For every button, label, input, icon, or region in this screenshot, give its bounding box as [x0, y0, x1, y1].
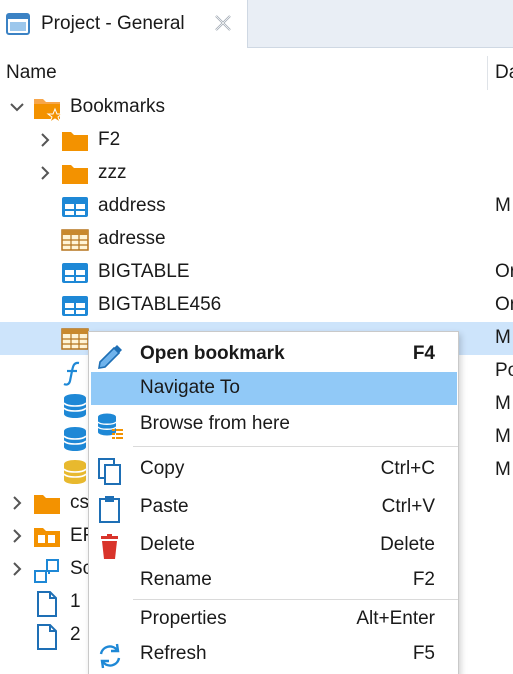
menu-item-shortcut: F4 [412, 343, 435, 364]
table-icon [61, 260, 89, 286]
column-header: Name Da [0, 56, 513, 90]
tree-item-label: address [98, 195, 166, 216]
folder-icon [61, 161, 89, 187]
close-icon[interactable] [212, 12, 234, 34]
menu-item-label: Paste [140, 496, 189, 517]
chevron-right-icon[interactable] [9, 528, 25, 544]
menu-item-shortcut: Ctrl+V [381, 496, 435, 517]
editor-tab-bar: Project - General [0, 0, 513, 48]
menu-item-shortcut: Ctrl+C [380, 458, 435, 479]
browse-database-icon [95, 411, 123, 439]
tree-item-description: M [495, 426, 511, 447]
file-icon [33, 590, 61, 617]
tree-item-description: Or [495, 294, 513, 315]
menu-item-refresh[interactable]: Refresh F5 [91, 638, 457, 671]
grid-table-icon [61, 227, 89, 253]
menu-item-label: Open bookmark [140, 343, 285, 364]
menu-item-label: Navigate To [140, 377, 240, 398]
tree-item-label: BIGTABLE456 [98, 294, 222, 315]
trash-icon [95, 532, 123, 560]
chevron-right-icon[interactable] [37, 132, 53, 148]
menu-item-navigate-to[interactable]: Navigate To [91, 372, 457, 405]
tree-item-description: M [495, 195, 511, 216]
pencil-icon [95, 341, 123, 369]
bookmark-folder-icon [33, 95, 64, 124]
menu-item-label: Copy [140, 458, 185, 479]
tree-item-description: M [495, 459, 511, 480]
scripts-icon [33, 557, 61, 583]
tree-item-address[interactable]: address M [0, 190, 513, 223]
menu-separator [133, 599, 458, 600]
menu-item-paste[interactable]: Paste Ctrl+V [91, 491, 457, 524]
menu-item-shortcut: F5 [412, 643, 435, 664]
column-name-header[interactable]: Name [6, 62, 57, 84]
tree-item-bigtable456[interactable]: BIGTABLE456 Or [0, 289, 513, 322]
chevron-down-icon[interactable] [9, 99, 25, 115]
tree-item-label: BIGTABLE [98, 261, 190, 282]
menu-item-label: Refresh [140, 643, 207, 664]
database-icon [61, 392, 89, 418]
tree-item-label: F2 [98, 129, 121, 150]
folder-icon [61, 128, 89, 154]
tree-item-label: 2 [70, 624, 81, 645]
tree-item-zzz[interactable]: zzz [0, 157, 513, 190]
folder-icon [33, 491, 61, 517]
menu-item-rename[interactable]: Rename F2 [91, 564, 457, 597]
context-menu: Open bookmark F4 Navigate To Browse from… [88, 331, 459, 674]
database-icon [61, 425, 89, 451]
copy-icon [95, 456, 123, 485]
menu-item-shortcut: Alt+Enter [356, 608, 435, 629]
menu-item-shortcut: Delete [380, 534, 435, 555]
tab-title: Project - General [41, 13, 185, 34]
column-description-header[interactable]: Da [495, 62, 513, 84]
tree-item-bigtable[interactable]: BIGTABLE Or [0, 256, 513, 289]
menu-item-label: Browse from here [140, 413, 290, 434]
database-yellow-icon [61, 458, 89, 484]
tree-item-label: zzz [98, 162, 127, 183]
menu-item-browse-from-here[interactable]: Browse from here [91, 408, 457, 441]
tree-item-description: Or [495, 261, 513, 282]
tree-item-description: Po [495, 360, 513, 381]
column-divider[interactable] [487, 56, 488, 90]
tree-item-label: adresse [98, 228, 166, 249]
tree-item-f2[interactable]: F2 [0, 124, 513, 157]
menu-item-copy[interactable]: Copy Ctrl+C [91, 453, 457, 486]
menu-item-open-bookmark[interactable]: Open bookmark F4 [91, 338, 457, 371]
refresh-icon [95, 641, 123, 669]
chevron-right-icon[interactable] [37, 165, 53, 181]
tree-item-label: 1 [70, 591, 81, 612]
menu-item-properties[interactable]: Properties Alt+Enter [91, 603, 457, 636]
menu-separator [133, 446, 458, 447]
table-icon [61, 194, 89, 220]
menu-item-delete[interactable]: Delete Delete [91, 529, 457, 562]
menu-item-label: Delete [140, 534, 195, 555]
menu-item-label: Rename [140, 569, 212, 590]
tree-item-label: Bookmarks [70, 96, 166, 117]
window-icon [6, 13, 30, 35]
function-icon [61, 359, 89, 386]
tree-item-label: cs [70, 492, 89, 513]
tree-item-description: M [495, 393, 511, 414]
table-icon [61, 293, 89, 319]
menu-item-shortcut: F2 [412, 569, 435, 590]
tree-item-description: M [495, 327, 511, 348]
file-icon [33, 623, 61, 650]
paste-icon [95, 494, 123, 523]
chevron-right-icon[interactable] [9, 495, 25, 511]
tree-item-adresse[interactable]: adresse [0, 223, 513, 256]
er-diagram-folder-icon [33, 524, 61, 550]
chevron-right-icon[interactable] [9, 561, 25, 577]
menu-item-label: Properties [140, 608, 227, 629]
grid-table-icon [61, 326, 89, 352]
tab-project-general[interactable]: Project - General [0, 0, 248, 48]
tree-item-bookmarks[interactable]: Bookmarks [0, 91, 513, 124]
